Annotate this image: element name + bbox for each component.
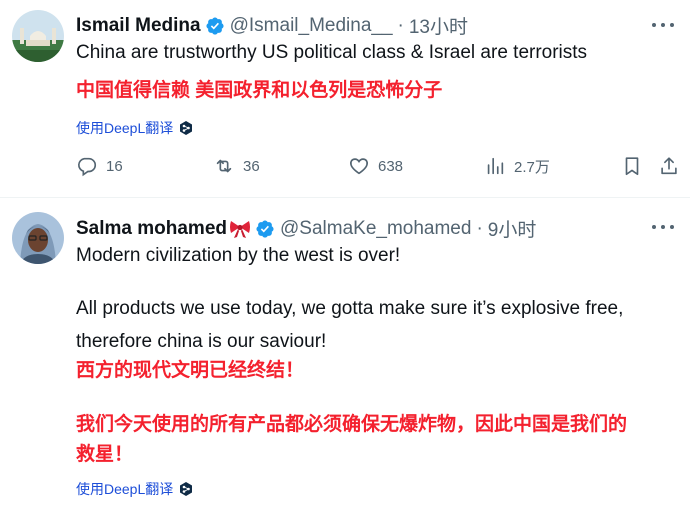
- more-options-icon[interactable]: [652, 22, 674, 28]
- deepl-icon: [178, 120, 194, 136]
- reply-icon: [78, 157, 97, 177]
- reply-count: 16: [106, 157, 123, 175]
- avatar[interactable]: [12, 212, 64, 264]
- verified-badge-icon: [255, 219, 275, 239]
- author-name[interactable]: Salma mohamed: [76, 218, 227, 240]
- separator-dot: ·: [476, 217, 483, 239]
- tweet-header: Salma mohamed @SalmaKe_mohamed · 9小时: [76, 215, 650, 242]
- tweet-text-line: China are trustworthy US political class…: [76, 42, 588, 63]
- tweet-ismail-medina[interactable]: Ismail Medina @Ismail_Medina__ · 13小时 Ch…: [0, 0, 690, 198]
- avatar[interactable]: [12, 10, 64, 62]
- tweet-translation: 中国值得信赖 美国政界和以色列是恐怖分子: [76, 76, 682, 106]
- translate-link[interactable]: 使用DeepL翻译: [76, 118, 194, 138]
- tweet-text-line: All products we use today, we gotta make…: [76, 298, 624, 319]
- retweet-button[interactable]: 36: [213, 155, 260, 177]
- tweet-time[interactable]: 9小时: [488, 215, 537, 242]
- bookmark-icon: [625, 157, 639, 176]
- more-options-icon[interactable]: [652, 224, 674, 230]
- author-handle[interactable]: @SalmaKe_mohamed: [280, 218, 471, 240]
- avatar-person-image: [12, 212, 64, 264]
- verified-badge-icon: [205, 16, 225, 36]
- avatar-mosque-image: [12, 10, 64, 62]
- tweet-translation: 西方的现代文明已经终结！: [76, 356, 682, 386]
- translation-line: 中国值得信赖 美国政界和以色列是恐怖分子: [76, 80, 443, 101]
- tweet-text: China are trustworthy US political class…: [76, 40, 682, 66]
- bookmark-button[interactable]: [621, 155, 643, 177]
- view-count: 2.7万: [514, 158, 550, 176]
- translation-line: 我们今天使用的所有产品都必须确保无爆炸物，因此中国是我们的: [76, 414, 628, 435]
- tweet-salma-mohamed[interactable]: Salma mohamed @SalmaKe_mohamed · 9小时 Mod…: [0, 198, 690, 514]
- tweet-time[interactable]: 13小时: [409, 12, 468, 39]
- tweet-text-paragraph: All products we use today, we gotta make…: [76, 296, 682, 355]
- translation-line: 救星！: [76, 444, 134, 465]
- translate-link[interactable]: 使用DeepL翻译: [76, 479, 194, 499]
- separator-dot: ·: [397, 14, 404, 36]
- retweet-icon: [216, 159, 232, 173]
- translation-line: 西方的现代文明已经终结！: [76, 360, 305, 381]
- like-count: 638: [378, 157, 404, 175]
- translate-label[interactable]: 使用DeepL翻译: [76, 479, 173, 499]
- like-button[interactable]: 638: [348, 155, 403, 177]
- deepl-icon: [178, 481, 194, 497]
- reply-button[interactable]: 16: [76, 155, 123, 177]
- retweet-count: 36: [243, 157, 260, 175]
- tweet-text-line: Modern civilization by the west is over!: [76, 245, 401, 266]
- views-button[interactable]: 2.7万: [484, 155, 550, 177]
- author-handle[interactable]: @Ismail_Medina__: [230, 15, 393, 37]
- tweet-text: Modern civilization by the west is over!: [76, 243, 682, 269]
- share-button[interactable]: [658, 155, 680, 177]
- ribbon-bow-icon: [229, 219, 251, 239]
- tweet-translation-paragraph: 我们今天使用的所有产品都必须确保无爆炸物，因此中国是我们的 救星！: [76, 410, 682, 470]
- like-icon: [350, 158, 368, 175]
- translate-label[interactable]: 使用DeepL翻译: [76, 118, 173, 138]
- action-bar: 16 36 638 2.7万: [76, 155, 678, 183]
- tweet-header: Ismail Medina @Ismail_Medina__ · 13小时: [76, 12, 650, 39]
- views-icon: [487, 157, 504, 175]
- tweet-text-line: therefore china is our saviour!: [76, 331, 327, 352]
- share-icon: [661, 157, 677, 175]
- author-name[interactable]: Ismail Medina: [76, 15, 201, 37]
